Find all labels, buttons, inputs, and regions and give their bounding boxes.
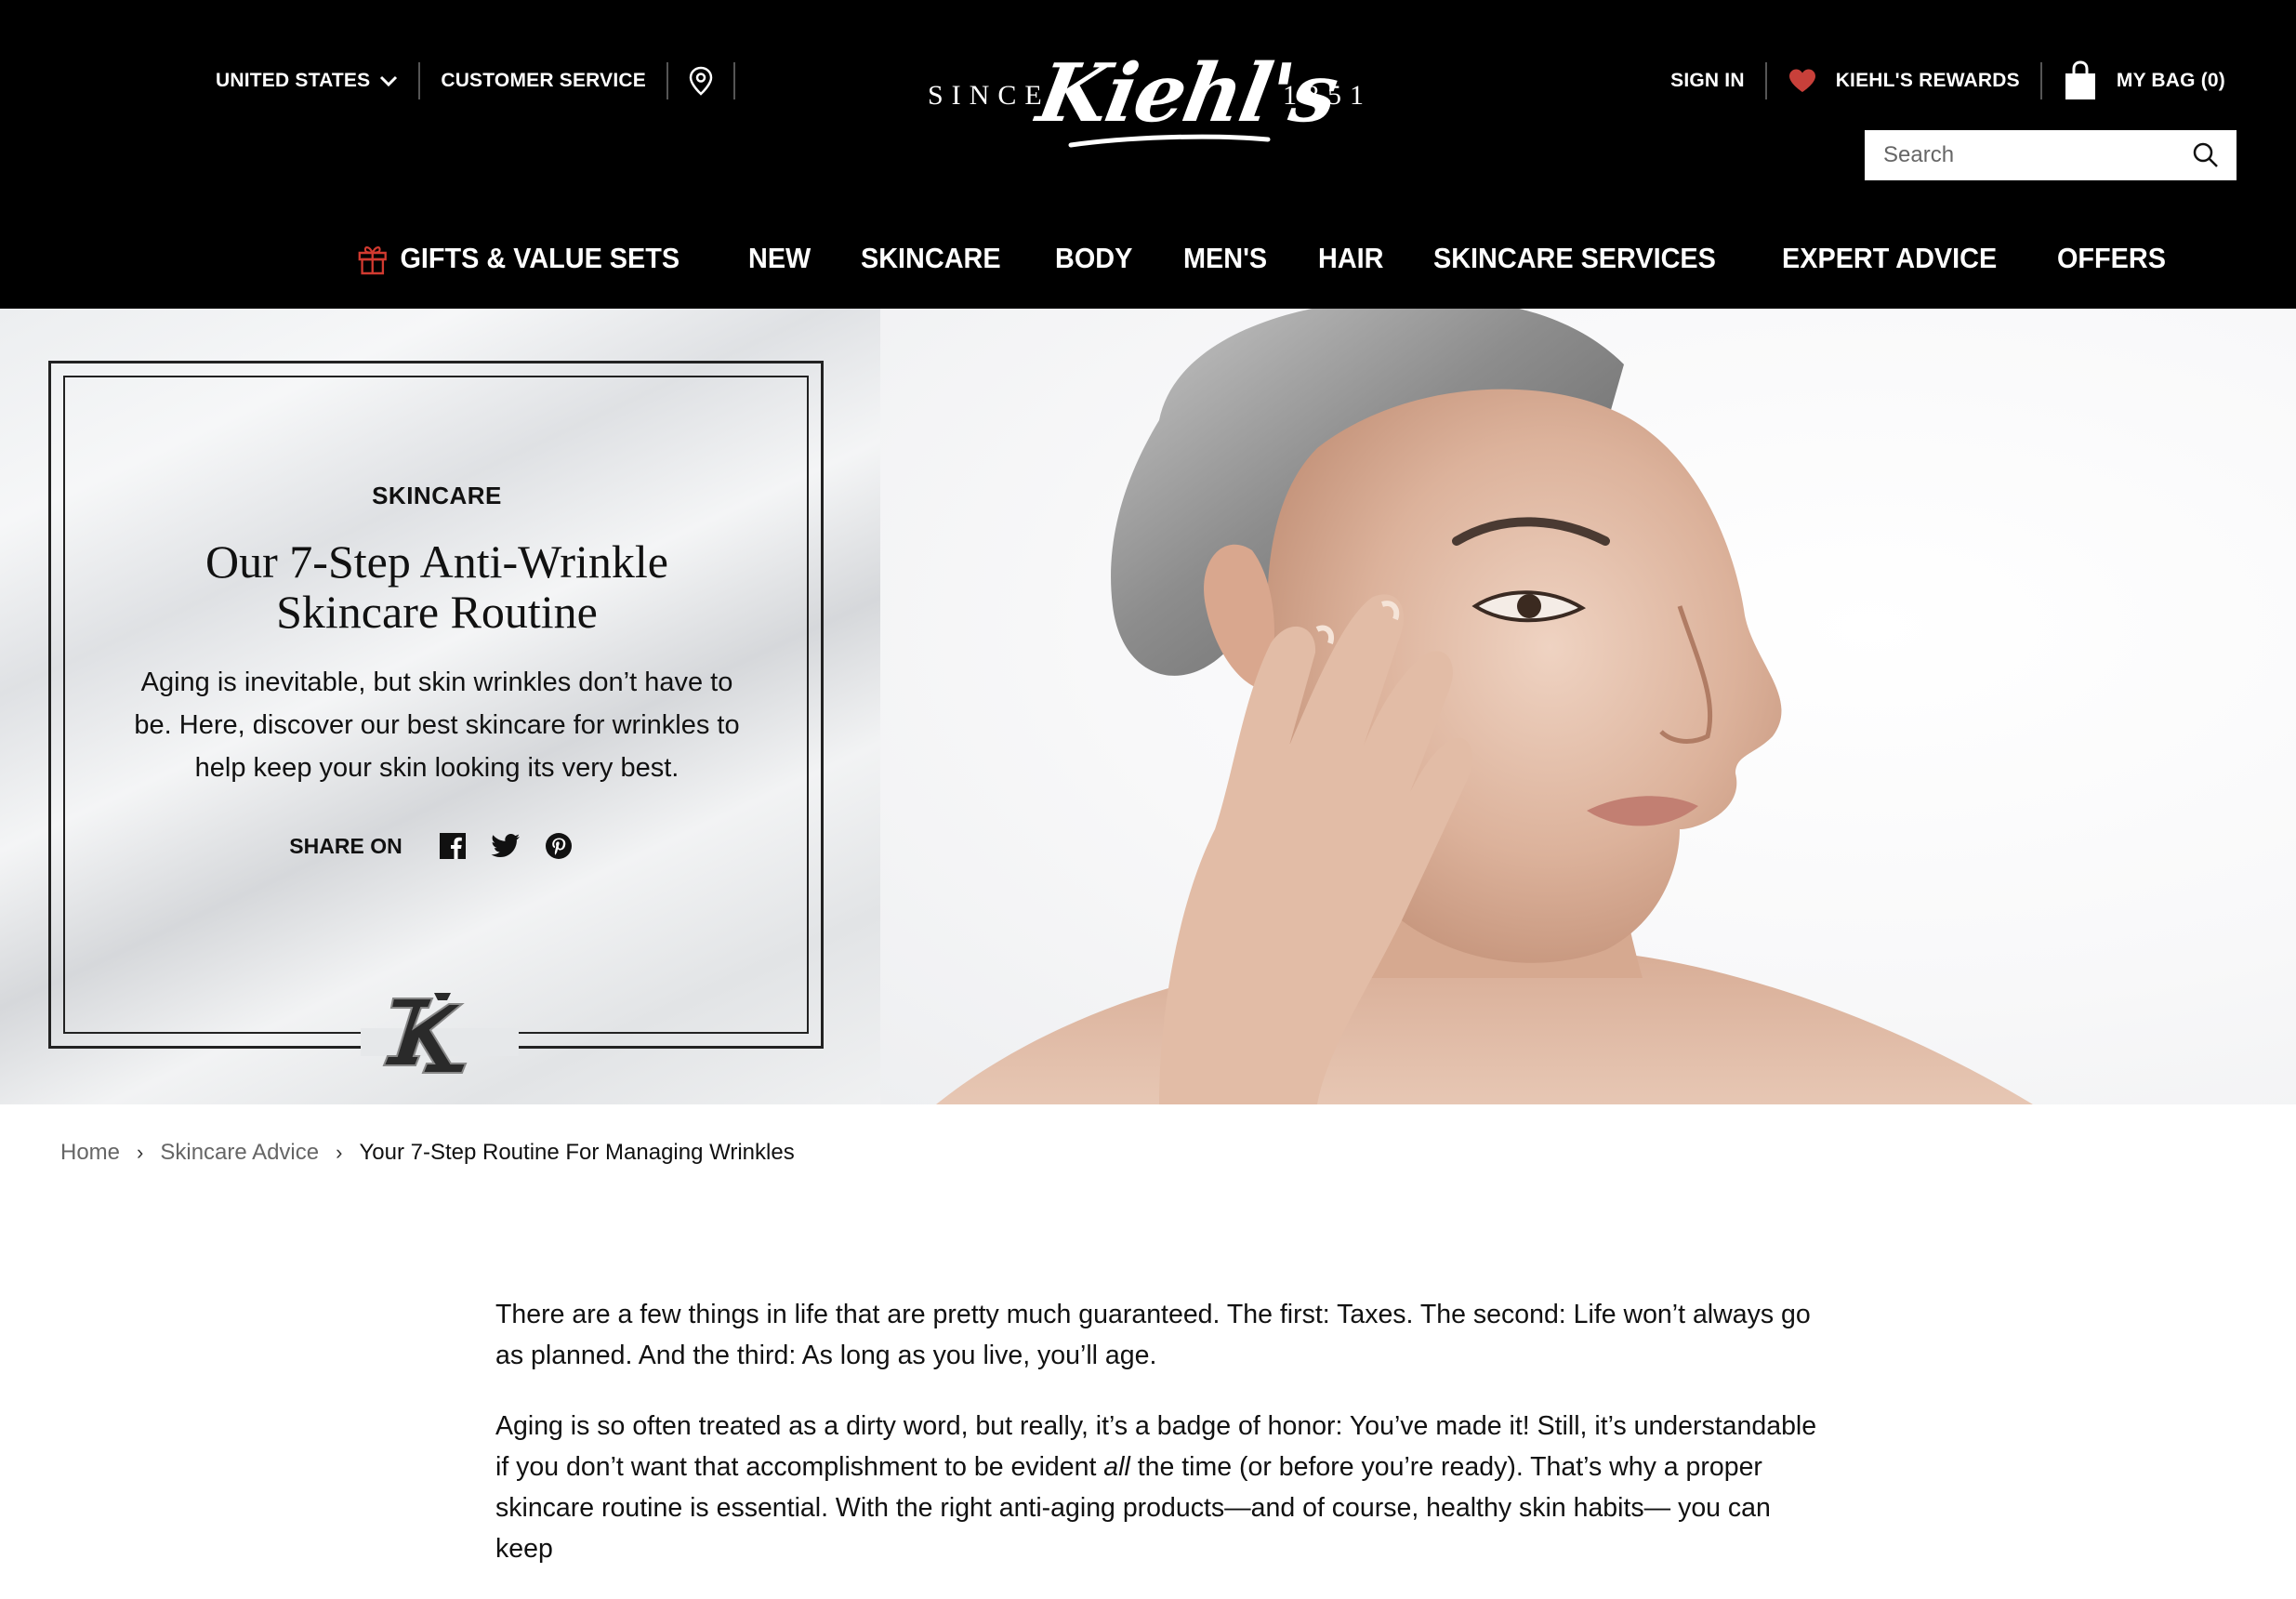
share-label: SHARE ON: [289, 833, 402, 858]
shopping-bag-icon: [2065, 60, 2095, 99]
divider: [732, 62, 735, 99]
sign-in-label: SIGN IN: [1670, 70, 1745, 91]
customer-service-label: CUSTOMER SERVICE: [441, 70, 646, 91]
hero-banner: SKINCARE Our 7-Step Anti-Wrinkle Skincar…: [0, 309, 2296, 1104]
country-selector[interactable]: UNITED STATES: [216, 70, 398, 92]
nav-item-offers[interactable]: OFFERS: [2057, 242, 2166, 275]
pinterest-icon[interactable]: [545, 832, 573, 860]
article-emphasis: all: [1103, 1452, 1130, 1482]
divider: [418, 62, 421, 99]
search-input[interactable]: [1881, 141, 2192, 169]
breadcrumb-separator: ›: [336, 1141, 343, 1164]
article-body: There are a few things in life that are …: [495, 1294, 1825, 1599]
divider: [1764, 62, 1767, 99]
nav-item-hair[interactable]: HAIR: [1318, 242, 1383, 275]
nav-item-skincare-services[interactable]: SKINCARE SERVICES: [1433, 242, 1716, 275]
store-locator-icon[interactable]: [689, 66, 713, 96]
nav-item-label: EXPERT ADVICE: [1781, 242, 1997, 274]
logo-swash: [1068, 134, 1271, 148]
share-bar: SHARE ON: [93, 832, 781, 860]
customer-service-link[interactable]: CUSTOMER SERVICE: [441, 70, 646, 92]
divider: [666, 62, 668, 99]
hero-title-line2: Skincare Routine: [276, 586, 598, 638]
nav-item-label: NEW: [748, 242, 812, 274]
breadcrumb: Home › Skincare Advice › Your 7-Step Rou…: [60, 1140, 795, 1166]
kiehls-k-emblem-icon: [382, 993, 468, 1074]
breadcrumb-home-link[interactable]: Home: [60, 1140, 120, 1166]
hero-text-panel: SKINCARE Our 7-Step Anti-Wrinkle Skincar…: [0, 309, 880, 1104]
hero-content: SKINCARE Our 7-Step Anti-Wrinkle Skincar…: [93, 482, 781, 860]
search-icon[interactable]: [2192, 141, 2220, 169]
nav-item-mens[interactable]: MEN'S: [1183, 242, 1267, 275]
rewards-label: KIEHL'S REWARDS: [1835, 70, 2020, 91]
hero-portrait-image: [936, 309, 2033, 1104]
nav-item-skincare[interactable]: SKINCARE: [861, 242, 1001, 275]
nav-item-label: GIFTS & VALUE SETS: [400, 242, 680, 274]
nav-item-label: HAIR: [1317, 242, 1384, 274]
article-paragraph: Aging is so often treated as a dirty wor…: [495, 1406, 1825, 1569]
kiehls-logo[interactable]: SINCE Kiehl's 1851: [928, 46, 1372, 158]
utility-nav-left: UNITED STATES CUSTOMER SERVICE: [216, 59, 756, 102]
hero-description: Aging is inevitable, but skin wrinkles d…: [134, 667, 740, 783]
nav-item-label: SKINCARE: [860, 242, 1001, 274]
twitter-icon[interactable]: [491, 833, 521, 859]
nav-item-new[interactable]: NEW: [748, 242, 811, 275]
breadcrumb-current: Your 7-Step Routine For Managing Wrinkle…: [359, 1140, 795, 1165]
hero-title-line1: Our 7-Step Anti-Wrinkle: [205, 535, 668, 588]
main-nav: GIFTS & VALUE SETS NEW SKINCARE BODY MEN…: [357, 234, 2219, 283]
breadcrumb-section-link[interactable]: Skincare Advice: [160, 1140, 319, 1166]
site-header: UNITED STATES CUSTOMER SERVICE SINCE Kie…: [0, 0, 2296, 309]
divider: [2039, 62, 2042, 99]
hero-eyebrow: SKINCARE: [372, 482, 502, 509]
search-box: [1865, 130, 2237, 180]
logo-year: 1851: [1283, 80, 1372, 111]
rewards-link[interactable]: KIEHL'S REWARDS: [1788, 68, 2020, 94]
my-bag-label: MY BAG (0): [2116, 70, 2225, 91]
chevron-down-icon: [370, 75, 398, 86]
hero-image: [880, 309, 2296, 1104]
nav-item-label: SKINCARE SERVICES: [1432, 242, 1716, 274]
facebook-icon[interactable]: [439, 832, 467, 860]
heart-icon: [1788, 69, 1815, 92]
sign-in-link[interactable]: SIGN IN: [1670, 70, 1745, 92]
breadcrumb-separator: ›: [137, 1141, 144, 1164]
nav-item-label: BODY: [1055, 242, 1133, 274]
nav-item-body[interactable]: BODY: [1055, 242, 1132, 275]
article-paragraph: There are a few things in life that are …: [495, 1300, 1811, 1370]
nav-item-expert-advice[interactable]: EXPERT ADVICE: [1782, 242, 1997, 275]
nav-item-label: MEN'S: [1183, 242, 1268, 274]
country-label: UNITED STATES: [216, 70, 371, 91]
logo-since: SINCE: [928, 80, 1050, 111]
nav-item-label: OFFERS: [2057, 242, 2167, 274]
nav-item-gifts[interactable]: GIFTS & VALUE SETS: [357, 242, 680, 275]
utility-nav-right: SIGN IN KIEHL'S REWARDS MY BAG (0): [1670, 56, 2225, 106]
hero-title: Our 7-Step Anti-Wrinkle Skincare Routine: [93, 536, 781, 637]
gift-icon: [358, 246, 387, 275]
my-bag-link[interactable]: MY BAG (0): [2063, 60, 2225, 101]
